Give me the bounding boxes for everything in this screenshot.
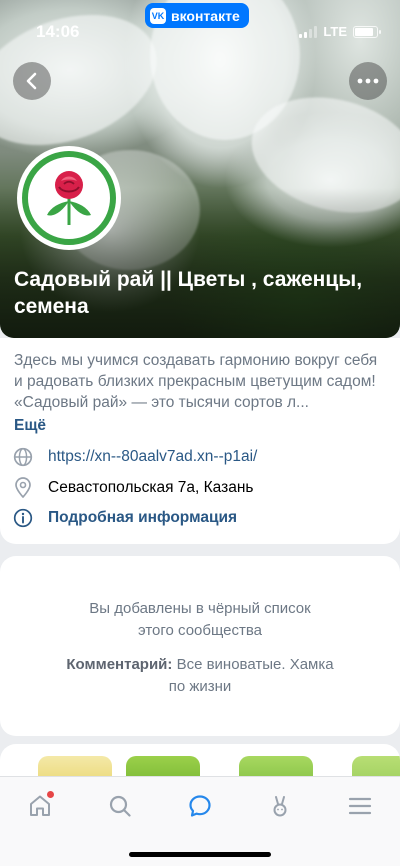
status-time: 14:06	[36, 22, 80, 41]
blacklist-comment-label: Комментарий:	[66, 656, 173, 673]
more-horizontal-icon	[357, 78, 379, 84]
community-name: Садовый рай || Цветы , саженцы, семена	[14, 268, 363, 318]
description-more-link[interactable]: Ещё	[14, 417, 46, 435]
home-indicator[interactable]	[129, 852, 271, 857]
community-avatar[interactable]	[17, 146, 121, 250]
vk-logo-icon: VK	[150, 7, 166, 24]
details-row[interactable]: Подробная информация	[12, 507, 237, 529]
address-text: Севастопольская 7а, Казань	[48, 479, 254, 496]
tab-menu[interactable]	[340, 791, 380, 821]
blacklist-card: Вы добавлены в чёрный список этого сообщ…	[0, 556, 400, 736]
network-type: LTE	[323, 24, 347, 39]
blacklist-comment-text: Все виноватые. Хамка по жизни	[168, 656, 334, 695]
community-description: Здесь мы учимся создавать гармонию вокру…	[14, 352, 378, 411]
tab-messages[interactable]	[180, 791, 220, 821]
address-row[interactable]: Севастопольская 7а, Казань	[12, 477, 253, 499]
vk-app-badge-label: вконтакте	[171, 7, 240, 24]
website-row[interactable]: https://xn--80aalv7ad.xn--p1ai/	[12, 446, 257, 468]
back-button[interactable]	[13, 62, 51, 100]
info-icon	[12, 507, 34, 529]
community-info-card: Здесь мы учимся создавать гармонию вокру…	[0, 338, 400, 544]
more-options-button[interactable]	[349, 62, 387, 100]
community-cover: 14:06 VK вконтакте LTE Садовый рай || Цв…	[0, 0, 400, 338]
tab-clips[interactable]	[260, 791, 300, 821]
globe-icon	[12, 446, 34, 468]
messages-icon	[189, 795, 211, 817]
rose-logo-icon	[47, 171, 91, 225]
website-link[interactable]: https://xn--80aalv7ad.xn--p1ai/	[48, 448, 257, 466]
notification-dot	[47, 791, 54, 798]
status-indicators: LTE	[299, 24, 381, 39]
menu-icon	[348, 797, 372, 815]
location-pin-icon	[12, 477, 34, 499]
vk-app-badge[interactable]: VK вконтакте	[145, 3, 249, 28]
details-link[interactable]: Подробная информация	[48, 509, 237, 527]
tab-search[interactable]	[100, 791, 140, 821]
signal-icon	[299, 25, 318, 38]
blacklist-comment: Комментарий: Все виноватые. Хамка по жиз…	[0, 654, 400, 698]
blacklist-message: Вы добавлены в чёрный список этого сообщ…	[89, 600, 311, 639]
battery-icon	[353, 25, 381, 38]
chevron-left-icon	[26, 72, 37, 90]
clips-icon	[273, 796, 287, 817]
tab-home[interactable]	[20, 791, 60, 821]
community-logo	[22, 151, 116, 245]
search-icon	[109, 795, 131, 817]
